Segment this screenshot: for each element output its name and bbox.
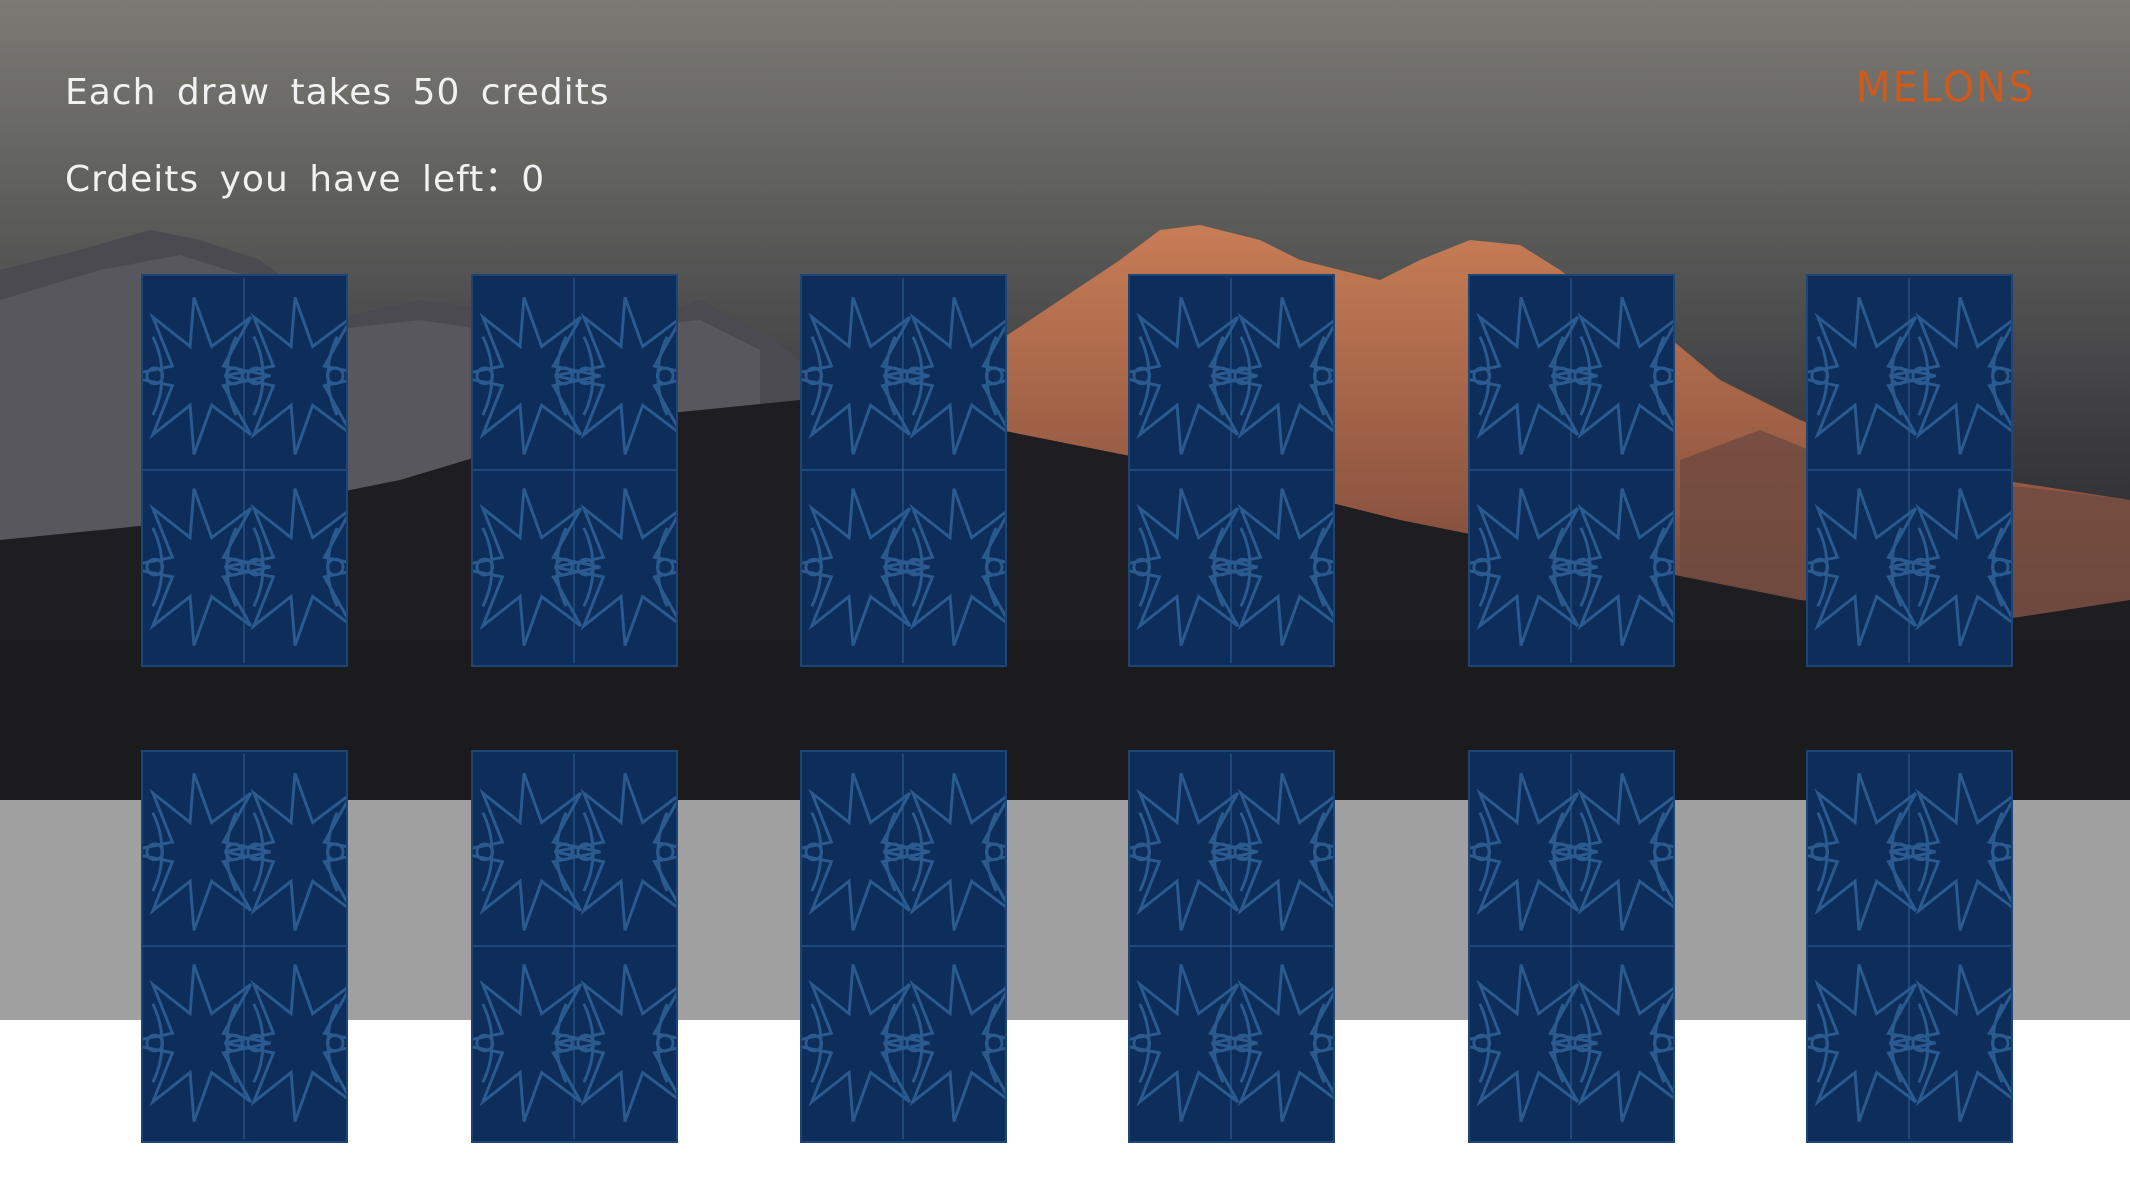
- card-back-r2-c6[interactable]: [1806, 750, 2013, 1143]
- card-back-r1-c3[interactable]: [800, 274, 1007, 667]
- card-back-r1-c6[interactable]: [1806, 274, 2013, 667]
- card-back-r1-c1[interactable]: [141, 274, 348, 667]
- card-board: [0, 0, 2130, 1190]
- card-back-r2-c5[interactable]: [1468, 750, 1675, 1143]
- card-pattern-icon: [1470, 276, 1673, 665]
- card-pattern-icon: [1130, 276, 1333, 665]
- card-back-r1-c2[interactable]: [471, 274, 678, 667]
- card-pattern-icon: [143, 752, 346, 1141]
- card-back-r2-c3[interactable]: [800, 750, 1007, 1143]
- card-pattern-icon: [802, 276, 1005, 665]
- card-pattern-icon: [802, 752, 1005, 1141]
- card-pattern-icon: [473, 752, 676, 1141]
- card-back-r2-c1[interactable]: [141, 750, 348, 1143]
- card-back-r2-c2[interactable]: [471, 750, 678, 1143]
- card-pattern-icon: [1808, 752, 2011, 1141]
- card-pattern-icon: [143, 276, 346, 665]
- card-pattern-icon: [1808, 276, 2011, 665]
- card-pattern-icon: [1130, 752, 1333, 1141]
- card-pattern-icon: [1470, 752, 1673, 1141]
- card-back-r2-c4[interactable]: [1128, 750, 1335, 1143]
- card-back-r1-c4[interactable]: [1128, 274, 1335, 667]
- card-pattern-icon: [473, 276, 676, 665]
- card-back-r1-c5[interactable]: [1468, 274, 1675, 667]
